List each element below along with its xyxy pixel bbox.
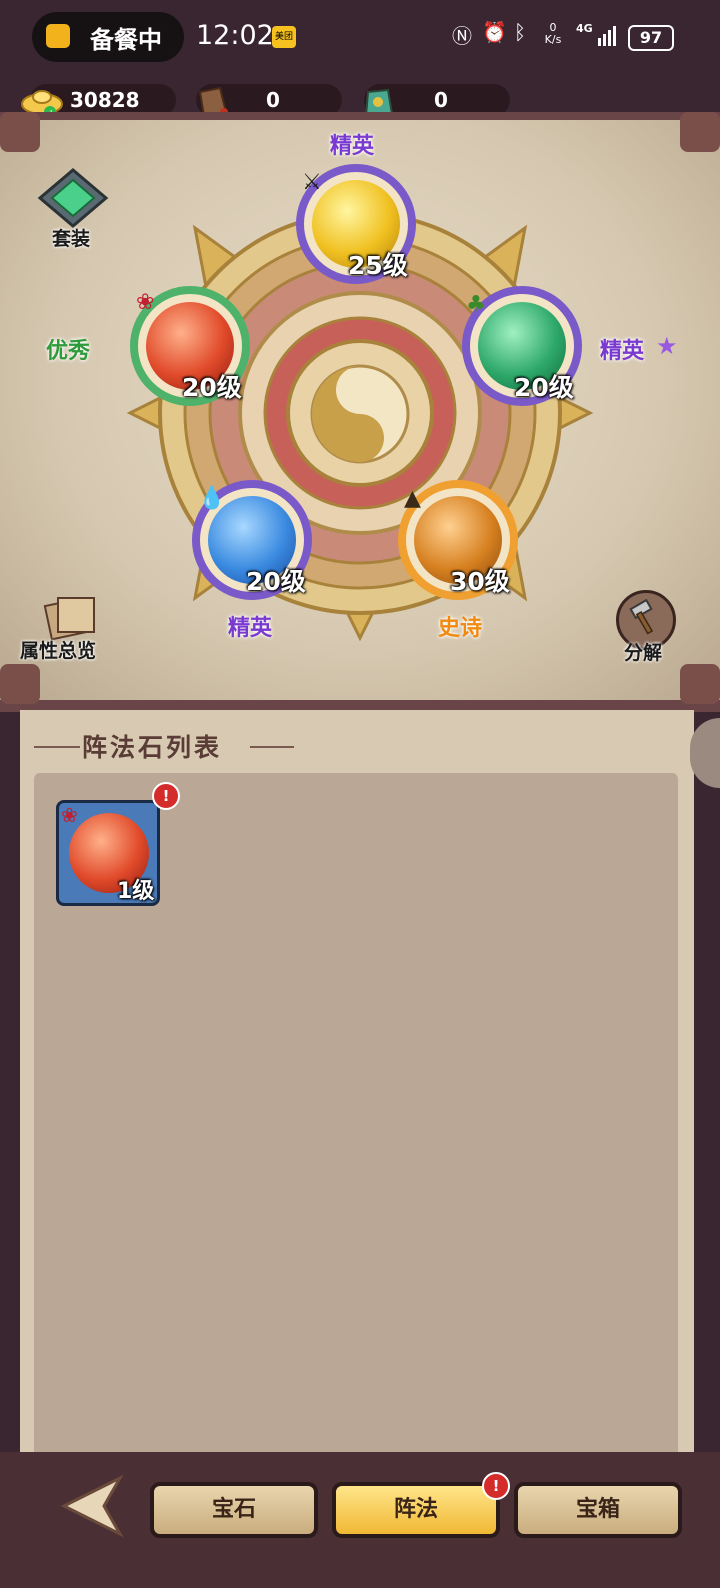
water-drop-icon: 💧 <box>198 486 226 511</box>
orb-wood-rank: 精英 <box>600 339 645 364</box>
section-title: 阵法石列表 <box>82 733 223 762</box>
meituan-icon: 美团 <box>272 26 296 48</box>
orb-metal-level: 25级 <box>348 251 408 280</box>
orb-earth-rank: 史诗 <box>438 616 483 641</box>
list-item-level: 1级 <box>117 879 155 904</box>
orb-earth-level: 30级 <box>450 567 510 596</box>
hammer-icon <box>629 598 654 635</box>
decompose-button[interactable]: 分解 <box>612 590 682 664</box>
mountain-icon: ▲ <box>404 486 421 511</box>
orb-fire-rank: 优秀 <box>46 339 91 364</box>
nfc-icon: Ⓝ <box>452 24 472 48</box>
orb-water-level: 20级 <box>246 567 306 596</box>
side-pull-tab[interactable] <box>690 718 720 788</box>
store-icon <box>46 24 70 48</box>
signal-icon <box>598 24 620 50</box>
bluetooth-icon: ᛒ <box>514 20 526 44</box>
alarm-icon: ⏰ <box>482 20 507 44</box>
board-corner-top-right <box>680 112 720 152</box>
new-item-badge: ! <box>152 782 180 810</box>
formation-tab-badge: ! <box>482 1472 510 1500</box>
flame-icon: ❀ <box>136 290 155 315</box>
scroll-value: 0 <box>266 88 280 112</box>
orb-fire-level: 20级 <box>182 373 242 402</box>
battery-indicator: 97 <box>628 25 674 51</box>
yin-yang-icon <box>308 362 412 470</box>
orb-water-rank: 精英 <box>228 616 273 641</box>
attribute-overview-button[interactable]: 属性总览 <box>20 592 112 664</box>
attribute-overview-label: 属性总览 <box>20 640 97 662</box>
crossed-swords-icon: ⚔ <box>302 170 322 195</box>
board-corner-top-left <box>0 112 40 152</box>
clock: 12:02 <box>196 20 274 51</box>
tab-formation[interactable]: 阵法 <box>332 1482 500 1538</box>
decompose-label: 分解 <box>624 642 663 664</box>
tab-treasure-chest[interactable]: 宝箱 <box>514 1482 682 1538</box>
set-button[interactable]: 套装 <box>36 168 110 252</box>
delivery-status-text: 备餐中 <box>90 26 162 54</box>
board-corner-bottom-left <box>0 664 40 704</box>
orb-wood-level: 20级 <box>514 373 574 402</box>
signal-label: 4G <box>576 22 593 35</box>
title-divider-left <box>34 746 80 748</box>
book-icon <box>43 597 95 641</box>
title-divider-right <box>250 746 294 748</box>
net-speed: 0 K/s <box>544 21 562 46</box>
jade-value: 0 <box>434 88 448 112</box>
tab-gems[interactable]: 宝石 <box>150 1482 318 1538</box>
orb-metal-rank: 精英 <box>330 134 375 159</box>
set-label: 套装 <box>52 228 91 250</box>
list-item[interactable]: ❀ 1级 <box>56 800 160 906</box>
flame-icon: ❀ <box>61 803 78 827</box>
back-arrow-icon[interactable] <box>60 1474 130 1542</box>
star-icon: ★ <box>656 332 678 360</box>
board-corner-bottom-right <box>680 664 720 704</box>
gem-set-icon <box>37 168 109 228</box>
tree-icon: ♣ <box>466 292 486 317</box>
gold-value: 30828 <box>70 88 140 112</box>
